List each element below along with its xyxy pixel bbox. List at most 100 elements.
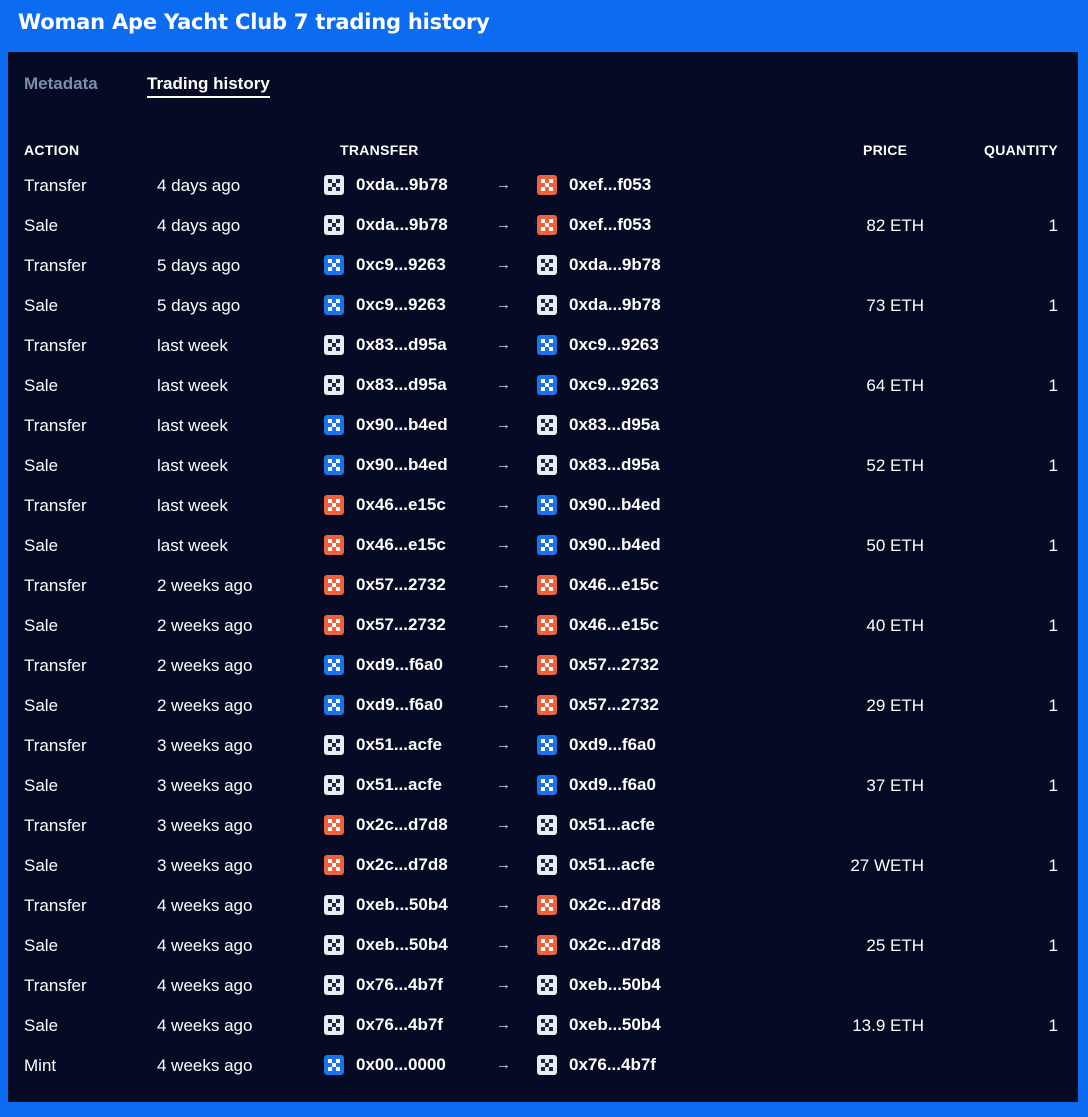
wallet-address[interactable]: 0xc9...9263 (569, 335, 659, 355)
tab-trading-history[interactable]: Trading history (147, 74, 270, 98)
wallet-address[interactable]: 0xef...f053 (569, 215, 651, 235)
to-address[interactable]: 0xef...f053 (537, 215, 651, 235)
wallet-address[interactable]: 0xda...9b78 (356, 175, 448, 195)
to-address[interactable]: 0xeb...50b4 (537, 1015, 661, 1035)
wallet-address[interactable]: 0xd9...f6a0 (569, 775, 656, 795)
to-address[interactable]: 0x57...2732 (537, 655, 659, 675)
wallet-address[interactable]: 0x57...2732 (356, 615, 446, 635)
from-address[interactable]: 0xda...9b78 (324, 175, 448, 195)
wallet-address[interactable]: 0xc9...9263 (356, 295, 446, 315)
from-address[interactable]: 0x83...d95a (324, 335, 447, 355)
to-address[interactable]: 0x83...d95a (537, 415, 660, 435)
wallet-address[interactable]: 0x2c...d7d8 (356, 815, 448, 835)
wallet-address[interactable]: 0x2c...d7d8 (569, 935, 661, 955)
from-address[interactable]: 0x46...e15c (324, 495, 446, 515)
wallet-address[interactable]: 0x83...d95a (356, 375, 447, 395)
wallet-address[interactable]: 0x83...d95a (569, 455, 660, 475)
arrow-right-icon: → (496, 776, 511, 793)
wallet-address[interactable]: 0x57...2732 (356, 575, 446, 595)
to-address[interactable]: 0xeb...50b4 (537, 975, 661, 995)
wallet-address[interactable]: 0x57...2732 (569, 655, 659, 675)
wallet-address[interactable]: 0x2c...d7d8 (569, 895, 661, 915)
arrow-right-icon: → (496, 856, 511, 873)
wallet-address[interactable]: 0x90...b4ed (356, 415, 448, 435)
wallet-address[interactable]: 0xda...9b78 (569, 255, 661, 275)
to-address[interactable]: 0xd9...f6a0 (537, 735, 656, 755)
wallet-address[interactable]: 0xeb...50b4 (356, 895, 448, 915)
from-address[interactable]: 0x2c...d7d8 (324, 815, 448, 835)
from-address[interactable]: 0x57...2732 (324, 615, 446, 635)
wallet-address[interactable]: 0xc9...9263 (569, 375, 659, 395)
wallet-address[interactable]: 0xda...9b78 (569, 295, 661, 315)
wallet-address[interactable]: 0x51...acfe (356, 775, 442, 795)
wallet-address[interactable]: 0x57...2732 (569, 695, 659, 715)
wallet-address[interactable]: 0xda...9b78 (356, 215, 448, 235)
to-address[interactable]: 0x2c...d7d8 (537, 935, 661, 955)
from-address[interactable]: 0x51...acfe (324, 735, 442, 755)
wallet-address[interactable]: 0xeb...50b4 (569, 975, 661, 995)
wallet-address[interactable]: 0x76...4b7f (569, 1055, 656, 1075)
from-address[interactable]: 0x90...b4ed (324, 455, 448, 475)
from-address[interactable]: 0xd9...f6a0 (324, 695, 443, 715)
price-cell: 64 ETH (866, 376, 924, 395)
wallet-address[interactable]: 0xeb...50b4 (569, 1015, 661, 1035)
from-address[interactable]: 0x57...2732 (324, 575, 446, 595)
from-address[interactable]: 0xc9...9263 (324, 255, 446, 275)
to-address[interactable]: 0x51...acfe (537, 855, 655, 875)
wallet-address[interactable]: 0x51...acfe (569, 815, 655, 835)
wallet-avatar-icon (537, 215, 557, 235)
from-address[interactable]: 0x76...4b7f (324, 1015, 443, 1035)
from-address[interactable]: 0x83...d95a (324, 375, 447, 395)
action-cell: Transfer (24, 576, 87, 595)
wallet-address[interactable]: 0x46...e15c (356, 495, 446, 515)
from-address[interactable]: 0xeb...50b4 (324, 935, 448, 955)
wallet-address[interactable]: 0x83...d95a (569, 415, 660, 435)
to-address[interactable]: 0x46...e15c (537, 615, 659, 635)
wallet-address[interactable]: 0x51...acfe (356, 735, 442, 755)
tab-metadata[interactable]: Metadata (24, 74, 98, 94)
wallet-address[interactable]: 0xd9...f6a0 (356, 695, 443, 715)
from-address[interactable]: 0x00...0000 (324, 1055, 446, 1075)
to-address[interactable]: 0xc9...9263 (537, 335, 659, 355)
wallet-address[interactable]: 0xeb...50b4 (356, 935, 448, 955)
from-address[interactable]: 0x2c...d7d8 (324, 855, 448, 875)
table-row: Transfer 2 weeks ago 0xd9...f6a0 → 0x57...27… (8, 648, 1078, 688)
to-address[interactable]: 0x83...d95a (537, 455, 660, 475)
wallet-address[interactable]: 0x90...b4ed (356, 455, 448, 475)
from-address[interactable]: 0xeb...50b4 (324, 895, 448, 915)
wallet-address[interactable]: 0xef...f053 (569, 175, 651, 195)
to-address[interactable]: 0x90...b4ed (537, 495, 661, 515)
to-address[interactable]: 0x57...2732 (537, 695, 659, 715)
from-address[interactable]: 0x46...e15c (324, 535, 446, 555)
wallet-address[interactable]: 0x90...b4ed (569, 495, 661, 515)
wallet-address[interactable]: 0xd9...f6a0 (569, 735, 656, 755)
wallet-address[interactable]: 0x46...e15c (569, 615, 659, 635)
from-address[interactable]: 0xda...9b78 (324, 215, 448, 235)
wallet-address[interactable]: 0x2c...d7d8 (356, 855, 448, 875)
wallet-address[interactable]: 0xc9...9263 (356, 255, 446, 275)
wallet-address[interactable]: 0x76...4b7f (356, 975, 443, 995)
wallet-address[interactable]: 0x00...0000 (356, 1055, 446, 1075)
from-address[interactable]: 0xc9...9263 (324, 295, 446, 315)
from-address[interactable]: 0xd9...f6a0 (324, 655, 443, 675)
to-address[interactable]: 0x2c...d7d8 (537, 895, 661, 915)
wallet-address[interactable]: 0x83...d95a (356, 335, 447, 355)
to-address[interactable]: 0xc9...9263 (537, 375, 659, 395)
wallet-address[interactable]: 0x46...e15c (569, 575, 659, 595)
to-address[interactable]: 0xda...9b78 (537, 255, 661, 275)
wallet-address[interactable]: 0x46...e15c (356, 535, 446, 555)
to-address[interactable]: 0xd9...f6a0 (537, 775, 656, 795)
to-address[interactable]: 0x51...acfe (537, 815, 655, 835)
to-address[interactable]: 0x46...e15c (537, 575, 659, 595)
wallet-address[interactable]: 0x76...4b7f (356, 1015, 443, 1035)
to-address[interactable]: 0xef...f053 (537, 175, 651, 195)
from-address[interactable]: 0x76...4b7f (324, 975, 443, 995)
wallet-address[interactable]: 0x90...b4ed (569, 535, 661, 555)
to-address[interactable]: 0x90...b4ed (537, 535, 661, 555)
to-address[interactable]: 0xda...9b78 (537, 295, 661, 315)
wallet-address[interactable]: 0x51...acfe (569, 855, 655, 875)
from-address[interactable]: 0x90...b4ed (324, 415, 448, 435)
from-address[interactable]: 0x51...acfe (324, 775, 442, 795)
wallet-address[interactable]: 0xd9...f6a0 (356, 655, 443, 675)
to-address[interactable]: 0x76...4b7f (537, 1055, 656, 1075)
